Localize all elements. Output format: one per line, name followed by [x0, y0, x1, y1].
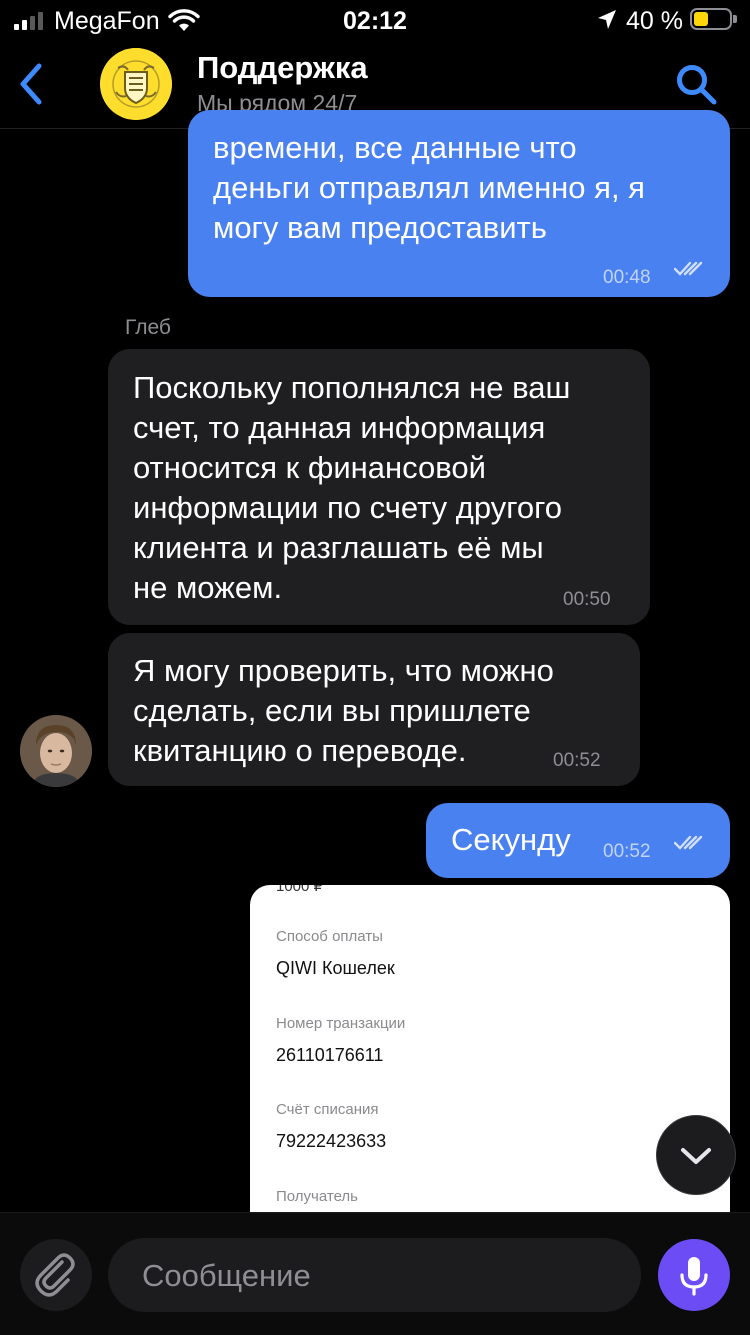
chevron-down-icon [681, 1148, 711, 1164]
battery-icon [690, 8, 737, 30]
message-bubble-outgoing[interactable]: времени, все данные что деньги отправлял… [188, 110, 730, 297]
agent-avatar[interactable] [20, 715, 92, 787]
sender-name: Глеб [125, 316, 171, 339]
message-text: Секунду [451, 822, 571, 857]
shield-crest-icon [100, 48, 172, 120]
receipt-field-label: Получатель [276, 1188, 358, 1205]
status-bar: MegaFon 02:12 40 % [0, 0, 750, 40]
back-chevron-icon[interactable] [16, 62, 46, 106]
receipt-field-value: QIWI Кошелек [276, 958, 395, 978]
message-time: 00:48 [603, 267, 651, 288]
location-arrow-icon [598, 10, 616, 29]
chat-title[interactable]: Поддержка [197, 50, 368, 86]
message-text: Я могу проверить, что можно сделать, есл… [133, 653, 554, 768]
microphone-icon [680, 1257, 708, 1296]
receipt-field-value: 26110176611 [276, 1045, 384, 1065]
message-input-bar [0, 1212, 750, 1335]
receipt-field-label: Номер транзакции [276, 1015, 406, 1032]
message-field[interactable] [108, 1238, 641, 1314]
scroll-to-bottom-button[interactable] [656, 1115, 736, 1195]
receipt-amount: 1000 ₽ [276, 885, 324, 895]
message-time: 00:52 [553, 750, 601, 771]
receipt-field-label: Счёт списания [276, 1101, 379, 1118]
message-text: Поскольку пополнялся не ваш счет, то дан… [133, 370, 571, 605]
paperclip-icon [35, 1253, 75, 1297]
battery-percent: 40 % [626, 7, 683, 35]
search-icon[interactable] [674, 62, 718, 106]
attach-button[interactable] [20, 1239, 92, 1311]
message-input[interactable] [140, 1238, 614, 1314]
double-check-icon [674, 835, 703, 850]
person-photo-icon [20, 715, 92, 787]
message-text: времени, все данные что деньги отправлял… [213, 130, 645, 245]
bank-logo-avatar[interactable] [100, 48, 172, 120]
voice-message-button[interactable] [658, 1239, 730, 1311]
receipt-field-value: 79222423633 [276, 1131, 387, 1151]
message-time: 00:52 [603, 841, 651, 862]
message-bubble-incoming[interactable]: Поскольку пополнялся не ваш счет, то дан… [108, 349, 650, 625]
receipt-field-label: Способ оплаты [276, 928, 383, 945]
message-time: 00:50 [563, 589, 611, 610]
message-bubble-outgoing[interactable]: Секунду 00:52 [426, 803, 730, 878]
message-bubble-incoming[interactable]: Я могу проверить, что можно сделать, есл… [108, 633, 640, 786]
double-check-icon [674, 261, 703, 276]
